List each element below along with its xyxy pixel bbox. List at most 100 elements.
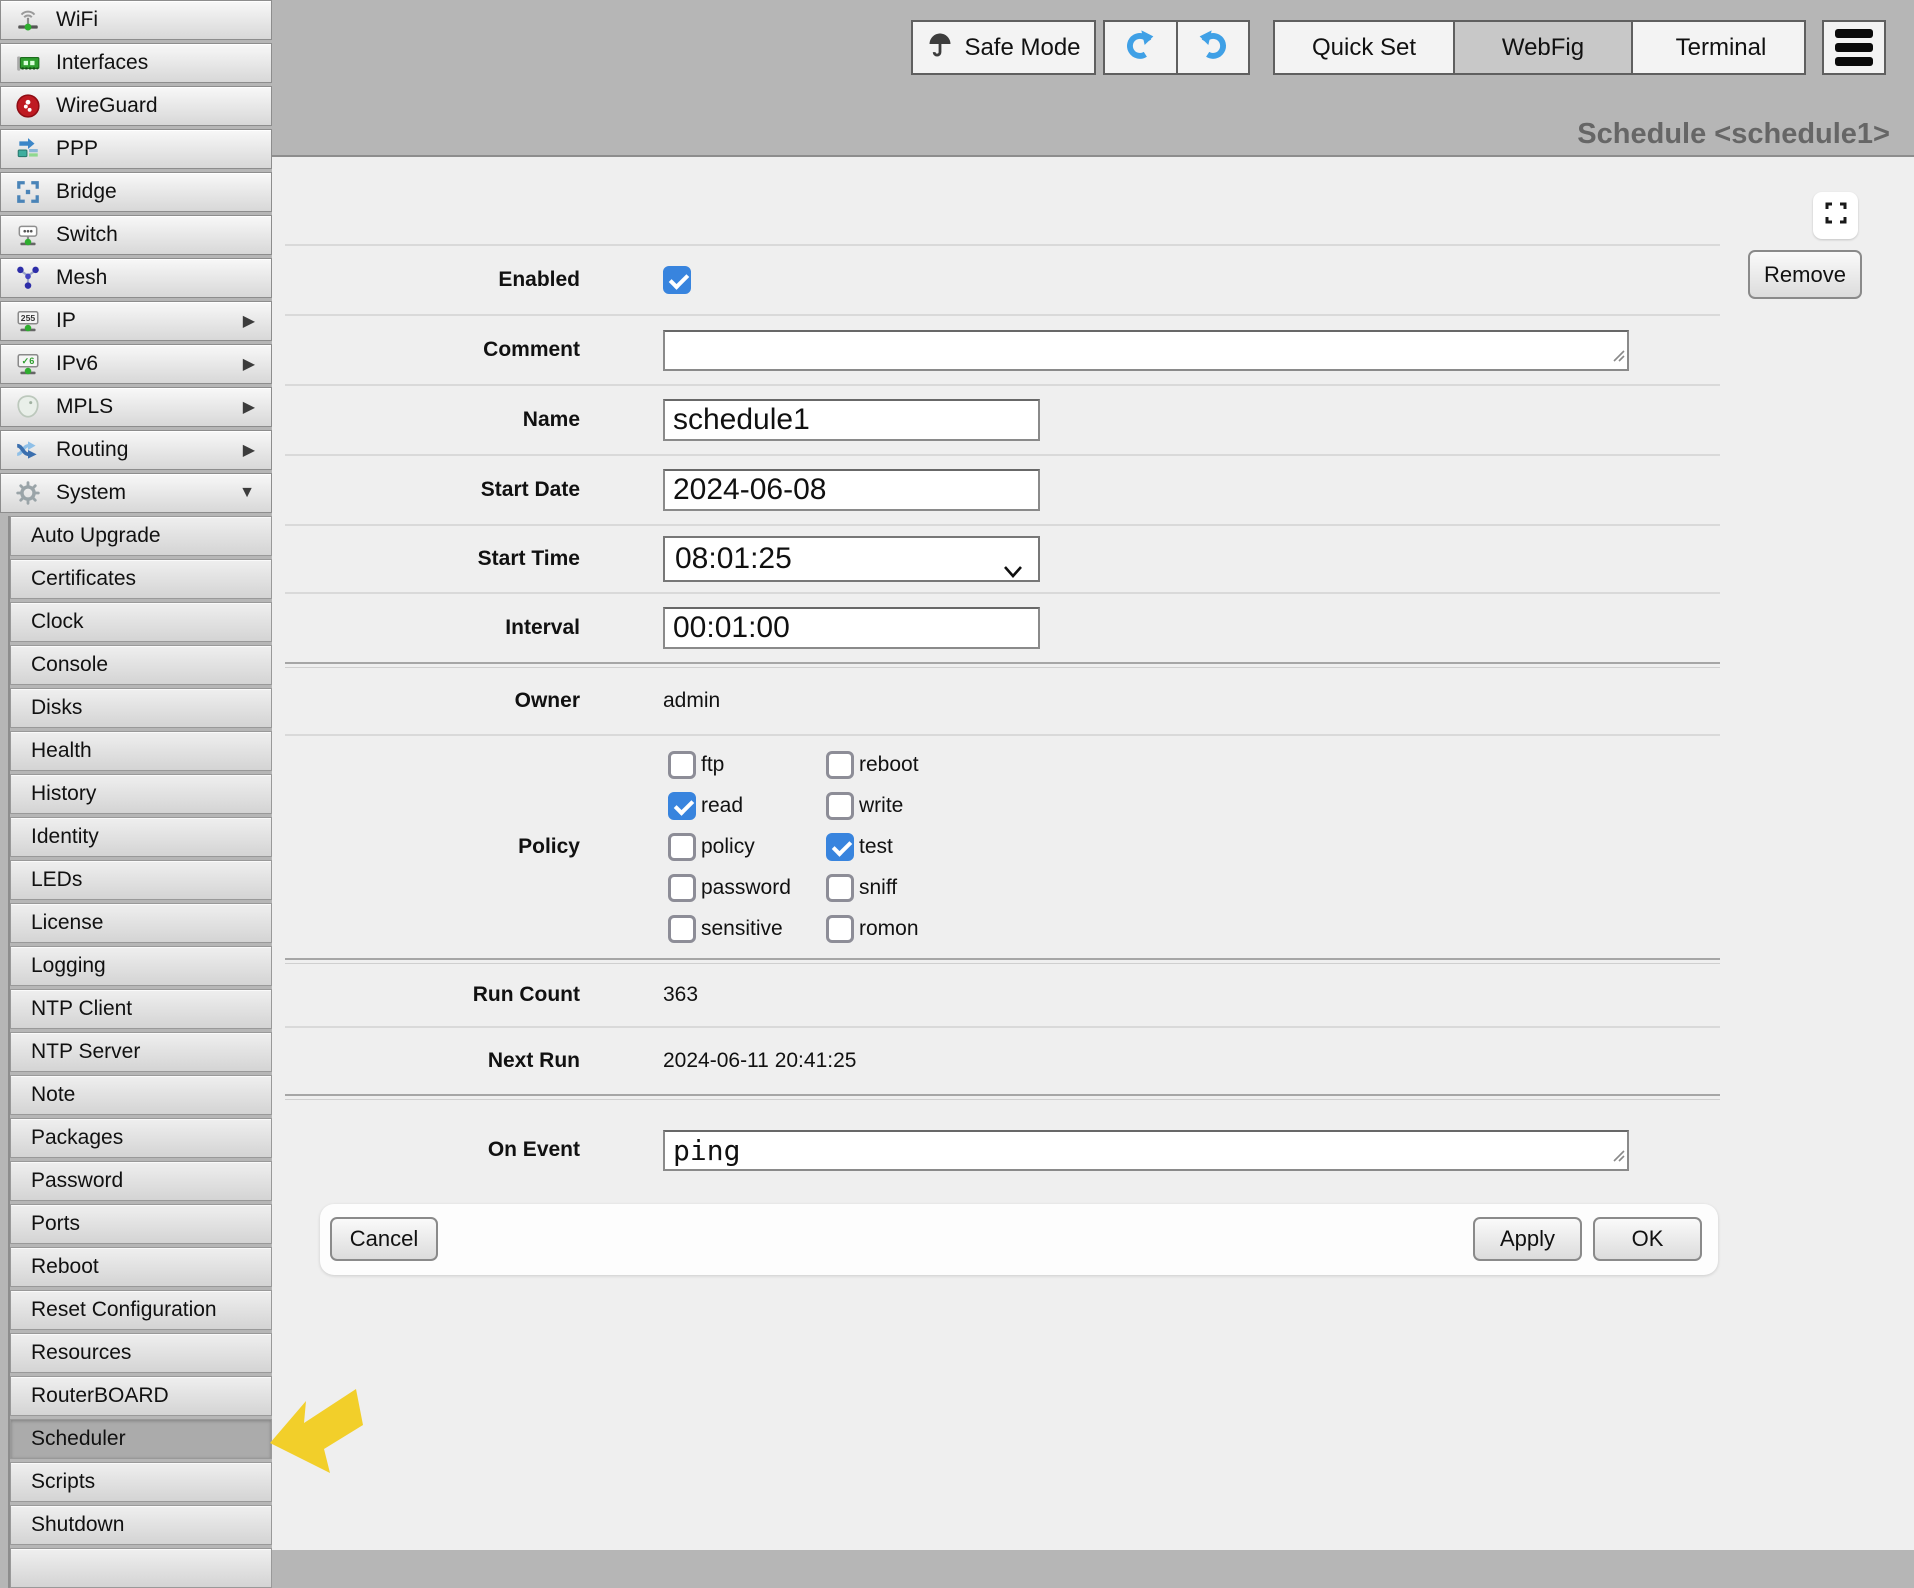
sidebar-item-shutdown[interactable]: Shutdown	[10, 1505, 272, 1545]
next-run-value: 2024-06-11 20:41:25	[663, 1049, 856, 1073]
interval-label: Interval	[285, 616, 580, 640]
cancel-button[interactable]: Cancel	[330, 1217, 438, 1261]
sidebar-item-leds[interactable]: LEDs	[10, 860, 272, 900]
redo-icon	[1197, 29, 1229, 66]
owner-row: Owner admin	[285, 668, 1720, 734]
sidebar-item-ntp-server[interactable]: NTP Server	[10, 1032, 272, 1072]
romon-checkbox[interactable]	[826, 915, 854, 943]
enabled-checkbox[interactable]	[663, 266, 691, 294]
remove-button[interactable]: Remove	[1748, 250, 1862, 299]
policy-label: Policy	[285, 835, 580, 859]
policy-checkbox[interactable]	[668, 833, 696, 861]
password-checkbox[interactable]	[668, 874, 696, 902]
resize-handle-icon[interactable]	[1612, 349, 1625, 367]
write-checkbox[interactable]	[826, 792, 854, 820]
ppp-icon	[13, 136, 43, 162]
chevron-down-icon	[1002, 553, 1024, 587]
sidebar-item-mpls[interactable]: MPLS ▶	[0, 387, 272, 427]
start-date-input[interactable]	[663, 469, 1040, 511]
next-run-row: Next Run 2024-06-11 20:41:25	[285, 1028, 1720, 1094]
ok-button[interactable]: OK	[1593, 1217, 1702, 1261]
sensitive-checkbox[interactable]	[668, 915, 696, 943]
sidebar-item-routerboard[interactable]: RouterBOARD	[10, 1376, 272, 1416]
read-checkbox[interactable]	[668, 792, 696, 820]
sidebar-item-license[interactable]: License	[10, 903, 272, 943]
tab-quick-set[interactable]: Quick Set	[1275, 22, 1453, 73]
reboot-checkbox[interactable]	[826, 751, 854, 779]
interval-input[interactable]	[663, 607, 1040, 649]
ip-icon: 255	[13, 308, 43, 334]
sidebar-item-certificates[interactable]: Certificates	[10, 559, 272, 599]
sidebar-item-reset-configuration[interactable]: Reset Configuration	[10, 1290, 272, 1330]
sidebar-item-ports[interactable]: Ports	[10, 1204, 272, 1244]
comment-label: Comment	[285, 338, 580, 362]
submenu-arrow-icon: ▶	[243, 440, 255, 460]
on-event-input[interactable]	[663, 1130, 1629, 1171]
sidebar: WiFi Interfaces WireGuard PPP Bridge Swi…	[0, 0, 272, 1588]
interval-row: Interval	[285, 594, 1720, 662]
sidebar-item-wifi[interactable]: WiFi	[0, 0, 272, 40]
sidebar-item-health[interactable]: Health	[10, 731, 272, 771]
action-bar: Cancel Apply OK	[320, 1204, 1718, 1275]
wireguard-icon	[13, 93, 43, 119]
sidebar-item-interfaces[interactable]: Interfaces	[0, 43, 272, 83]
undo-icon	[1124, 29, 1156, 66]
start-date-label: Start Date	[285, 478, 580, 502]
name-label: Name	[285, 408, 580, 432]
ipv6-icon: ✓6	[13, 351, 43, 377]
sidebar-item-system[interactable]: System ▼	[0, 473, 272, 513]
sidebar-item-mesh[interactable]: Mesh	[0, 258, 272, 298]
sidebar-item-switch[interactable]: Switch	[0, 215, 272, 255]
start-date-row: Start Date	[285, 456, 1720, 524]
policy-option-ftp: ftp	[668, 751, 826, 779]
sidebar-item-disks[interactable]: Disks	[10, 688, 272, 728]
sidebar-item-note[interactable]: Note	[10, 1075, 272, 1115]
sidebar-item-scheduler[interactable]: Scheduler	[10, 1419, 272, 1459]
run-count-row: Run Count 363	[285, 964, 1720, 1026]
routing-icon	[13, 437, 43, 463]
sidebar-item-label: System	[56, 481, 126, 505]
policy-row: Policy ftp reboot read write policy test…	[285, 736, 1720, 958]
sidebar-item-packages[interactable]: Packages	[10, 1118, 272, 1158]
sidebar-item-ntp-client[interactable]: NTP Client	[10, 989, 272, 1029]
comment-input[interactable]	[663, 330, 1629, 371]
safe-mode-button[interactable]: Safe Mode	[911, 20, 1096, 75]
expand-button[interactable]	[1813, 192, 1858, 239]
sidebar-item-label: PPP	[56, 137, 98, 161]
tab-terminal[interactable]: Terminal	[1631, 22, 1809, 73]
wifi-icon	[13, 7, 43, 33]
sidebar-item-bridge[interactable]: Bridge	[0, 172, 272, 212]
resize-handle-icon[interactable]	[1612, 1149, 1625, 1167]
hamburger-menu-button[interactable]	[1822, 20, 1886, 75]
undo-button[interactable]	[1105, 22, 1176, 73]
sidebar-item-password[interactable]: Password	[10, 1161, 272, 1201]
sidebar-item-ipv6[interactable]: ✓6 IPv6 ▶	[0, 344, 272, 384]
on-event-label: On Event	[285, 1138, 580, 1162]
sidebar-item-scripts[interactable]: Scripts	[10, 1462, 272, 1502]
test-checkbox[interactable]	[826, 833, 854, 861]
svg-text:255: 255	[21, 313, 36, 323]
ftp-checkbox[interactable]	[668, 751, 696, 779]
redo-button[interactable]	[1176, 22, 1249, 73]
sidebar-item-reboot[interactable]: Reboot	[10, 1247, 272, 1287]
sidebar-item-logging[interactable]: Logging	[10, 946, 272, 986]
start-time-select[interactable]: 08:01:25	[663, 536, 1040, 582]
sidebar-item-ppp[interactable]: PPP	[0, 129, 272, 169]
name-input[interactable]	[663, 399, 1040, 441]
sidebar-item-routing[interactable]: Routing ▶	[0, 430, 272, 470]
apply-button[interactable]: Apply	[1473, 1217, 1582, 1261]
tab-webfig[interactable]: WebFig	[1453, 22, 1631, 73]
sidebar-item-identity[interactable]: Identity	[10, 817, 272, 857]
sidebar-item-auto-upgrade[interactable]: Auto Upgrade	[10, 516, 272, 556]
sidebar-item-ip[interactable]: 255 IP ▶	[0, 301, 272, 341]
sidebar-item-console[interactable]: Console	[10, 645, 272, 685]
sidebar-item-wireguard[interactable]: WireGuard	[0, 86, 272, 126]
sidebar-item-partial	[10, 1548, 272, 1588]
sidebar-item-clock[interactable]: Clock	[10, 602, 272, 642]
sidebar-item-resources[interactable]: Resources	[10, 1333, 272, 1373]
sidebar-item-label: Routing	[56, 438, 128, 462]
next-run-label: Next Run	[285, 1049, 580, 1073]
sidebar-item-history[interactable]: History	[10, 774, 272, 814]
sniff-checkbox[interactable]	[826, 874, 854, 902]
enabled-label: Enabled	[285, 268, 580, 292]
